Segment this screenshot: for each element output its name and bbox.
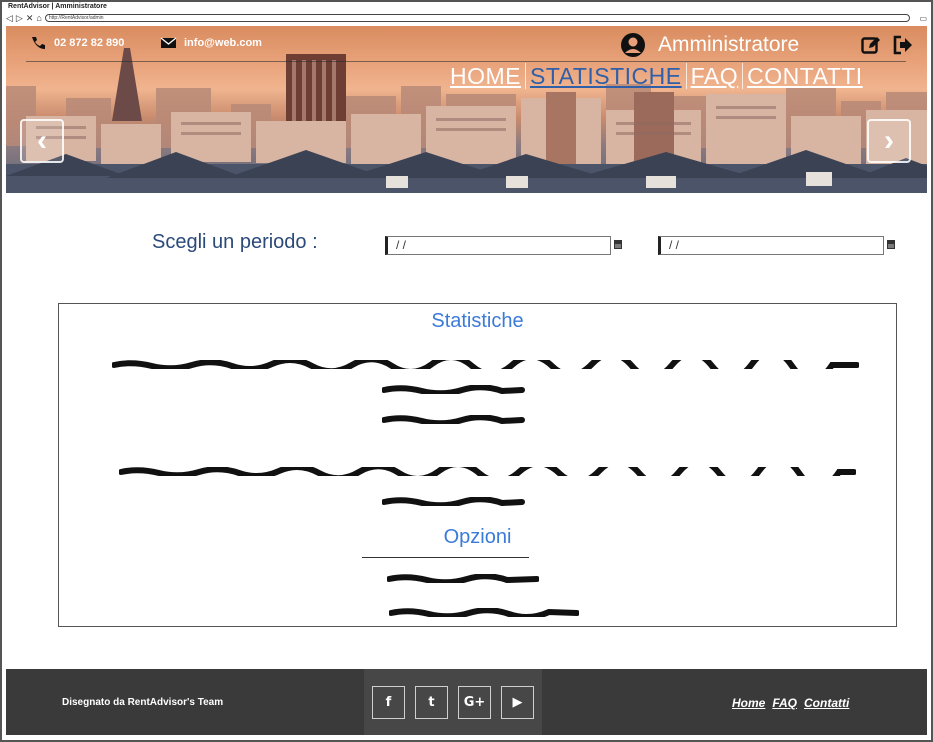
url-input[interactable]: http://RentAdvisor/admin bbox=[44, 14, 911, 22]
options-title: Opzioni bbox=[443, 526, 512, 548]
window-title: RentAdvisor | Amministratore bbox=[8, 3, 107, 10]
placeholder-text-line bbox=[382, 415, 532, 424]
footer-link-home[interactable]: Home bbox=[732, 696, 765, 710]
footer-link-faq[interactable]: FAQ bbox=[772, 696, 797, 710]
envelope-icon bbox=[160, 37, 177, 48]
calendar-icon[interactable] bbox=[887, 240, 895, 249]
forward-icon[interactable]: ▷ bbox=[16, 13, 23, 23]
chevron-right-icon: › bbox=[884, 124, 894, 157]
contact-phone: 02 872 82 890 bbox=[30, 36, 124, 50]
placeholder-text-line bbox=[119, 467, 856, 476]
logout-icon[interactable] bbox=[893, 35, 913, 55]
close-tab-icon[interactable]: ✕ bbox=[26, 13, 34, 23]
browser-window: RentAdvisor | Amministratore ◁ ▷ ✕ ⌂ htt… bbox=[0, 0, 933, 742]
options-divider bbox=[362, 557, 529, 558]
hero-banner: 02 872 82 890 info@web.com Amministrator… bbox=[6, 26, 927, 193]
statistics-panel: Statistiche Opzioni bbox=[58, 303, 897, 627]
address-bar: ◁ ▷ ✕ ⌂ http://RentAdvisor/admin ▭ bbox=[6, 12, 927, 24]
placeholder-text-line bbox=[112, 360, 859, 369]
user-name: Amministratore bbox=[658, 33, 800, 56]
option-link[interactable] bbox=[389, 608, 579, 617]
home-icon[interactable]: ⌂ bbox=[36, 13, 41, 23]
calendar-icon[interactable] bbox=[614, 240, 622, 249]
contact-email: info@web.com bbox=[160, 36, 262, 50]
edit-icon[interactable] bbox=[861, 35, 881, 55]
option-link[interactable] bbox=[387, 574, 539, 583]
nav-item-contatti[interactable]: CONTATTI bbox=[743, 63, 867, 89]
footer-link-contatti[interactable]: Contatti bbox=[804, 696, 849, 710]
footer-credit: Disegnato da RentAdvisor's Team bbox=[62, 697, 224, 708]
back-icon[interactable]: ◁ bbox=[6, 13, 13, 23]
page-footer: Disegnato da RentAdvisor's Team f t G+ ▶… bbox=[6, 669, 927, 735]
footer-links: Home FAQ Contatti bbox=[732, 696, 849, 710]
header-tools bbox=[861, 35, 913, 55]
chevron-left-icon: ‹ bbox=[37, 124, 47, 157]
start-date-input[interactable]: / / bbox=[385, 236, 611, 255]
placeholder-text-line bbox=[382, 385, 532, 394]
header-divider bbox=[26, 61, 906, 62]
main-navigation: HOME STATISTICHE FAQ CONTATTI bbox=[446, 63, 867, 89]
google-plus-icon[interactable]: G+ bbox=[458, 685, 491, 719]
carousel-next-button[interactable]: › bbox=[867, 119, 911, 163]
window-controls-icon[interactable]: ▭ bbox=[919, 14, 927, 23]
twitter-icon[interactable]: t bbox=[415, 685, 448, 719]
user-circle-icon bbox=[621, 33, 645, 57]
phone-number: 02 872 82 890 bbox=[54, 37, 125, 49]
email-address: info@web.com bbox=[184, 37, 262, 49]
nav-item-statistiche[interactable]: STATISTICHE bbox=[526, 63, 686, 89]
facebook-icon[interactable]: f bbox=[372, 685, 405, 719]
carousel-prev-button[interactable]: ‹ bbox=[20, 119, 64, 163]
placeholder-text-line bbox=[382, 497, 532, 506]
nav-item-home[interactable]: HOME bbox=[446, 63, 525, 89]
nav-item-faq[interactable]: FAQ bbox=[687, 63, 743, 89]
social-links: f t G+ ▶ bbox=[364, 669, 542, 735]
user-menu[interactable]: Amministratore bbox=[620, 32, 799, 58]
end-date-input[interactable]: / / bbox=[658, 236, 884, 255]
statistics-title: Statistiche bbox=[431, 310, 524, 332]
period-label: Scegli un periodo : bbox=[152, 231, 318, 253]
youtube-icon[interactable]: ▶ bbox=[501, 685, 534, 719]
phone-icon bbox=[32, 37, 45, 49]
